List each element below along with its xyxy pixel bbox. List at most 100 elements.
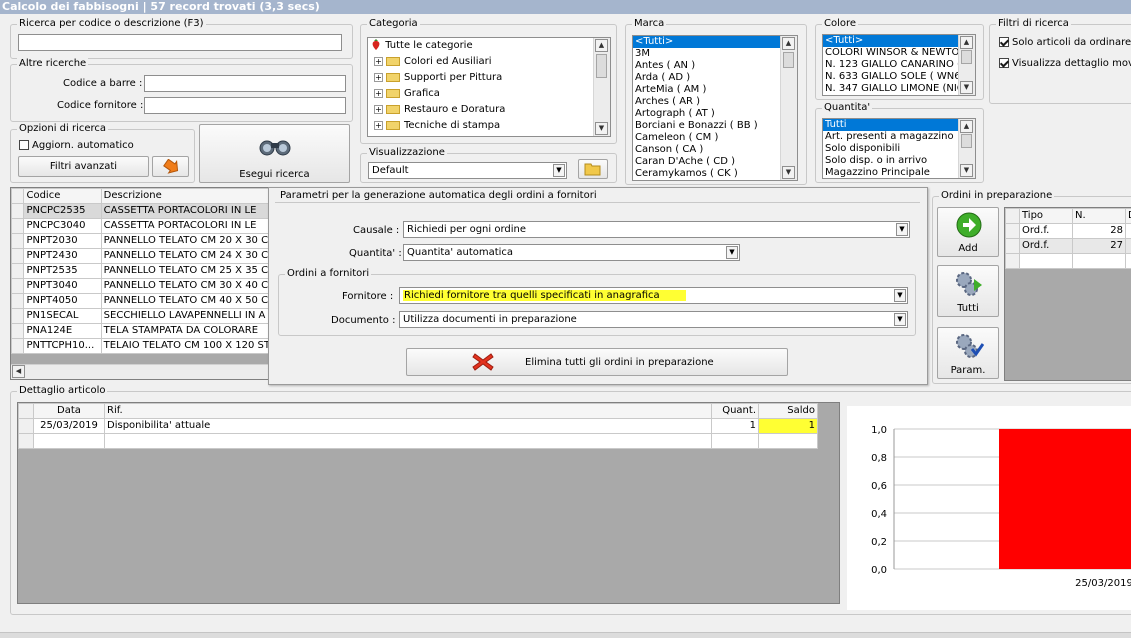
scroll-thumb[interactable] [961, 50, 972, 64]
column-header[interactable]: Descrizione [101, 189, 272, 204]
table-row[interactable]: PNPT2535PANNELLO TELATO CM 25 X 35 C [12, 264, 273, 279]
color-item[interactable]: N. 123 GIALLO CANARINO ( [823, 59, 975, 71]
color-item[interactable]: COLORI WINSOR & NEWTO [823, 47, 975, 59]
column-header[interactable]: Codice [24, 189, 101, 204]
quantity-item[interactable]: Solo disponibili [823, 143, 975, 155]
table-row[interactable]: PNPT2430PANNELLO TELATO CM 24 X 30 C [12, 249, 273, 264]
category-item[interactable]: +Tecniche di stampa [368, 118, 610, 134]
show-detail-checkbox[interactable]: Visualizza dettaglio movime [999, 58, 1131, 70]
expand-icon[interactable]: + [374, 57, 383, 66]
quantity-list[interactable]: Tutti Art. presenti a magazzino Solo dis… [822, 118, 976, 179]
brand-item[interactable]: <Tutti> [633, 36, 797, 48]
scroll-down-icon[interactable]: ▼ [782, 166, 795, 179]
column-header[interactable]: Tipo [1020, 209, 1073, 224]
chevron-down-icon[interactable]: ▼ [553, 164, 565, 177]
brand-item[interactable]: Arches ( AR ) [633, 96, 797, 108]
brand-item[interactable]: Canson ( CA ) [633, 144, 797, 156]
expand-icon[interactable]: + [374, 89, 383, 98]
search-input[interactable] [18, 34, 342, 51]
quantity-item[interactable]: Solo disp. o in arrivo [823, 155, 975, 167]
brand-item[interactable]: Antes ( AN ) [633, 60, 797, 72]
table-row[interactable]: PNA124ETELA STAMPATA DA COLORARE [12, 324, 273, 339]
all-button[interactable]: Tutti [937, 265, 999, 317]
open-folder-button[interactable] [578, 159, 608, 179]
expand-icon[interactable]: + [374, 73, 383, 82]
table-row[interactable]: PNPT3040PANNELLO TELATO CM 30 X 40 C [12, 279, 273, 294]
scroll-thumb[interactable] [961, 134, 972, 148]
scroll-up-icon[interactable]: ▲ [960, 120, 973, 133]
column-header[interactable]: Rif. [105, 404, 712, 419]
scroll-up-icon[interactable]: ▲ [782, 37, 795, 50]
column-header[interactable]: Quant. [712, 404, 759, 419]
chevron-down-icon[interactable]: ▼ [896, 223, 908, 236]
category-item[interactable]: +Colori ed Ausiliari [368, 54, 610, 70]
supplier-code-input[interactable] [144, 97, 346, 114]
table-row[interactable]: PNPT4050PANNELLO TELATO CM 40 X 50 C [12, 294, 273, 309]
brand-scrollbar[interactable]: ▲ ▼ [780, 36, 797, 180]
only-to-order-checkbox[interactable]: Solo articoli da ordinare / [999, 37, 1131, 49]
column-header[interactable]: Saldo [759, 404, 818, 419]
detail-grid[interactable]: Data Rif. Quant. Saldo 25/03/2019 Dispon… [17, 402, 840, 604]
quantity-item[interactable]: Magazzino Principale [823, 167, 975, 179]
brand-item[interactable]: Borciani e Bonazzi ( BB ) [633, 120, 797, 132]
chevron-down-icon[interactable]: ▼ [894, 313, 906, 326]
brand-item[interactable]: ArteMia ( AM ) [633, 84, 797, 96]
column-header[interactable]: D [1126, 209, 1131, 224]
brand-list[interactable]: <Tutti> 3M Antes ( AN ) Arda ( AD ) Arte… [632, 35, 798, 181]
quantity-scrollbar[interactable]: ▲ ▼ [958, 119, 975, 178]
brand-item[interactable]: Caran D'Ache ( CD ) [633, 156, 797, 168]
table-row[interactable] [1006, 254, 1131, 269]
table-row[interactable]: PNCPC2535CASSETTA PORTACOLORI IN LE [12, 204, 273, 219]
color-item[interactable]: N. 347 GIALLO LIMONE (NIC [823, 83, 975, 95]
delete-prep-orders-button[interactable]: Elimina tutti gli ordini in preparazione [406, 348, 788, 376]
color-item[interactable]: <Tutti> [823, 35, 975, 47]
expand-icon[interactable]: + [374, 121, 383, 130]
expand-icon[interactable]: + [374, 105, 383, 114]
category-item[interactable]: +Restauro e Doratura [368, 102, 610, 118]
table-row[interactable]: 25/03/2019 Disponibilita' attuale 1 1 [19, 419, 818, 434]
brand-item[interactable]: 3M [633, 48, 797, 60]
check-icon[interactable] [999, 58, 1009, 68]
table-row[interactable]: PN1SECALSECCHIELLO LAVAPENNELLI IN A [12, 309, 273, 324]
chevron-down-icon[interactable]: ▼ [894, 289, 906, 302]
scroll-thumb[interactable] [596, 54, 607, 78]
brand-item[interactable]: Arda ( AD ) [633, 72, 797, 84]
scroll-up-icon[interactable]: ▲ [595, 39, 608, 52]
scroll-left-icon[interactable]: ◀ [12, 365, 25, 378]
brand-item[interactable]: Artograph ( AT ) [633, 108, 797, 120]
articles-grid[interactable]: Codice Descrizione PNCPC2535CASSETTA POR… [10, 187, 272, 380]
category-item[interactable]: +Supporti per Pittura [368, 70, 610, 86]
scroll-thumb[interactable] [783, 52, 794, 68]
category-tree[interactable]: Tutte le categorie +Colori ed Ausiliari … [367, 37, 611, 137]
run-search-button[interactable]: Esegui ricerca [199, 124, 350, 183]
scroll-down-icon[interactable]: ▼ [595, 122, 608, 135]
fornitore-select[interactable]: Richiedi fornitore tra quelli specificat… [399, 287, 908, 304]
quantity-item[interactable]: Tutti [823, 119, 975, 131]
clear-filters-button[interactable] [152, 156, 189, 177]
scroll-up-icon[interactable]: ▲ [960, 36, 973, 49]
category-scrollbar[interactable]: ▲ ▼ [593, 38, 610, 136]
view-select[interactable]: Default ▼ [368, 162, 567, 179]
brand-item[interactable]: Cameleon ( CM ) [633, 132, 797, 144]
barcode-input[interactable] [144, 75, 346, 92]
param-button[interactable]: Param. [937, 327, 999, 379]
add-button[interactable]: Add [937, 207, 999, 257]
advanced-filters-button[interactable]: Filtri avanzati [18, 156, 149, 177]
table-row[interactable]: PNTTCPH10...TELAIO TELATO CM 100 X 120 S… [12, 339, 273, 354]
color-list[interactable]: <Tutti> COLORI WINSOR & NEWTO N. 123 GIA… [822, 34, 976, 96]
color-item[interactable]: N. 633 GIALLO SOLE ( WN63 [823, 71, 975, 83]
brand-item[interactable]: Ceramykamos ( CK ) [633, 168, 797, 180]
table-row[interactable]: PNPT2030PANNELLO TELATO CM 20 X 30 C [12, 234, 273, 249]
scroll-down-icon[interactable]: ▼ [960, 164, 973, 177]
category-root[interactable]: Tutte le categorie [368, 38, 610, 54]
scroll-down-icon[interactable]: ▼ [960, 81, 973, 94]
column-header[interactable]: Data [34, 404, 105, 419]
column-header[interactable]: N. [1073, 209, 1126, 224]
auto-update-check-icon[interactable] [19, 140, 29, 150]
table-row[interactable]: PNCPC3040CASSETTA PORTACOLORI IN LE [12, 219, 273, 234]
auto-update-checkbox[interactable]: Aggiorn. automatico [19, 140, 134, 152]
prep-orders-grid[interactable]: Tipo N. D Ord.f.28 Ord.f.27 [1004, 207, 1131, 381]
causale-select[interactable]: Richiedi per ogni ordine ▼ [403, 221, 910, 238]
articles-hscrollbar[interactable]: ◀ [11, 364, 272, 379]
chevron-down-icon[interactable]: ▼ [726, 246, 738, 259]
